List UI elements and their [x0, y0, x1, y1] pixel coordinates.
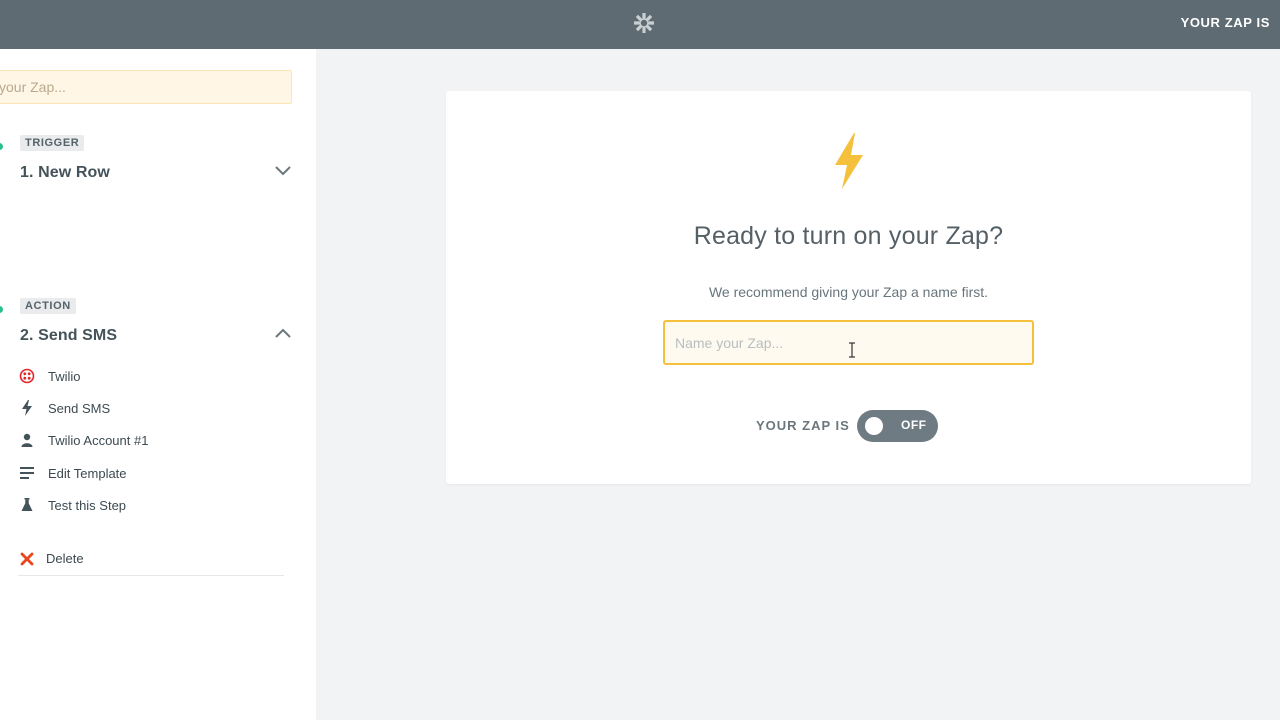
delete-label: Delete [46, 551, 84, 566]
page-title: Ready to turn on your Zap? [693, 222, 1004, 250]
sidebar-item-account[interactable]: Twilio Account #1 [18, 430, 148, 450]
lines-icon [18, 464, 36, 482]
sidebar-item-test-step[interactable]: Test this Step [18, 495, 126, 515]
zap-name-sidebar-input[interactable] [0, 70, 292, 104]
toggle-knob [865, 417, 883, 435]
sidebar-item-send-sms[interactable]: Send SMS [18, 398, 110, 418]
zap-status-label: YOUR ZAP IS [1180, 15, 1270, 30]
delete-step-button[interactable]: Delete [18, 550, 284, 576]
trigger-status-dot [0, 143, 3, 150]
text-cursor-icon [849, 342, 855, 358]
chevron-up-icon[interactable] [273, 326, 293, 340]
toggle-state: OFF [901, 418, 927, 432]
sidebar-item-label: Send SMS [48, 400, 111, 416]
action-badge: ACTION [20, 298, 76, 314]
sidebar-item-label: Twilio [48, 368, 81, 384]
sidebar-item-edit-template[interactable]: Edit Template [18, 463, 127, 483]
zap-on-off-toggle[interactable]: OFF [857, 410, 938, 442]
sidebar-item-twilio[interactable]: Twilio [18, 366, 81, 386]
toggle-label: YOUR ZAP IS [756, 418, 850, 433]
trigger-step-title[interactable]: 1. New Row [20, 164, 110, 182]
flask-icon [18, 496, 36, 514]
sidebar: TRIGGER 1. New Row ACTION 2. Send SMS Tw… [0, 49, 316, 720]
turn-on-zap-card: Ready to turn on your Zap? We recommend … [446, 91, 1251, 484]
bolt-icon [18, 399, 36, 417]
chevron-down-icon[interactable] [273, 163, 293, 177]
lightning-bolt-icon [835, 133, 863, 189]
close-icon [18, 550, 36, 568]
twilio-icon [18, 367, 36, 385]
action-step-title[interactable]: 2. Send SMS [20, 327, 117, 345]
user-icon [18, 431, 36, 449]
sidebar-item-label: Edit Template [48, 465, 127, 481]
action-status-dot [0, 306, 3, 313]
trigger-badge: TRIGGER [20, 135, 85, 151]
zapier-asterisk-icon[interactable] [632, 11, 656, 35]
sidebar-item-label: Twilio Account #1 [48, 432, 149, 448]
top-bar: YOUR ZAP IS [0, 0, 1280, 49]
recommendation-text: We recommend giving your Zap a name firs… [708, 284, 989, 300]
sidebar-item-label: Test this Step [48, 497, 127, 513]
